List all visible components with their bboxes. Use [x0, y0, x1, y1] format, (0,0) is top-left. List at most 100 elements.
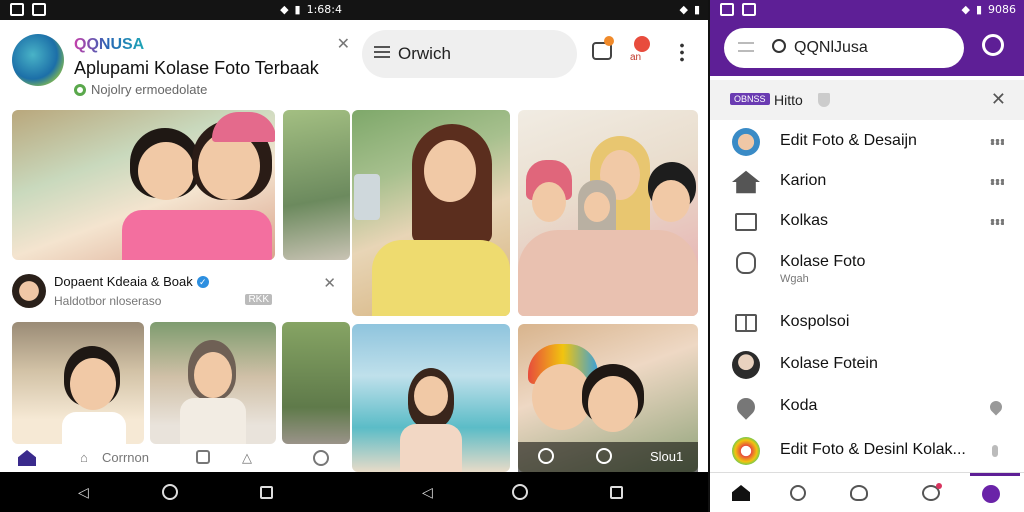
tab-comment[interactable]: Corrnon [102, 450, 149, 465]
book-icon [735, 314, 757, 332]
shirt-shape [122, 210, 272, 260]
close-icon[interactable]: ✕ [323, 274, 336, 292]
menu-item-kolase-foto[interactable]: Kolase Foto Wgah [710, 243, 1024, 299]
menu-item-label: Kolase Fotein [780, 355, 878, 372]
status-time: 1:68:4 [306, 3, 342, 16]
wifi-icon: ◆ [961, 3, 970, 16]
recents-icon[interactable] [260, 486, 273, 499]
menu-item-edit-foto-desinl[interactable]: Edit Foto & Desinl Kolak... [710, 431, 1024, 471]
notification-label: an [630, 52, 642, 63]
home-icon[interactable] [732, 485, 750, 501]
bottom-tab-bar: ⌂ Corrnon △ [0, 444, 350, 472]
author-name-text: Dopaent Kdeaia & Boak [54, 274, 193, 289]
search-bar[interactable]: QQNlJusa [724, 28, 964, 68]
collage-photo-pathway[interactable] [282, 322, 350, 444]
bottom-tab-bar [710, 472, 1024, 512]
more-dots-icon[interactable] [990, 219, 1004, 225]
more-dots-icon[interactable] [990, 139, 1004, 145]
color-icon [732, 437, 760, 465]
image-icon [32, 3, 46, 16]
gallery-icon[interactable] [196, 450, 210, 464]
photo-selfie-woman[interactable] [352, 110, 510, 316]
search-icon [772, 39, 786, 53]
triangle-icon[interactable]: △ [242, 450, 252, 466]
search-input[interactable]: Orwich [398, 44, 451, 64]
clothes-shape [518, 230, 698, 316]
wifi-icon: ◆ [679, 3, 688, 16]
notification-icon [10, 3, 24, 16]
more-dots-icon[interactable] [990, 179, 1004, 185]
menu-item-kolkas[interactable]: Kolkas [710, 202, 1024, 242]
image-icon [742, 3, 756, 16]
close-icon[interactable]: ✕ [991, 89, 1006, 110]
menu-item-label: Karion [780, 172, 827, 189]
menu-item-kolase-fotein[interactable]: Kolase Fotein [710, 345, 1024, 385]
home-icon[interactable] [18, 450, 36, 466]
comment-icon[interactable]: ⌂ [80, 450, 88, 465]
app-title: Aplupami Kolase Foto Terbaak [74, 58, 319, 78]
collage-photo-girl-scarf[interactable] [150, 322, 276, 444]
photo-avatar-icon [732, 128, 760, 156]
face-shape [414, 376, 448, 416]
menu-item-label: Kospolsoi [780, 313, 850, 330]
search-button-icon[interactable] [982, 34, 1004, 56]
user-avatar-icon [732, 351, 760, 379]
phone-shape [354, 174, 380, 220]
recents-icon[interactable] [610, 486, 623, 499]
menu-item-koda[interactable]: Koda [710, 387, 1024, 427]
photo-family-group[interactable] [518, 110, 698, 316]
close-icon[interactable]: ✕ [337, 34, 350, 54]
face-shape [194, 352, 232, 398]
collage-photo-garden[interactable] [283, 110, 350, 260]
edit-icon[interactable] [538, 448, 554, 464]
battery-icon: ▮ [693, 3, 700, 16]
menu-item-label: Kolase Foto [780, 253, 866, 270]
menu-item-kospolsoi[interactable]: Kospolsoi [710, 303, 1024, 343]
menu-icon[interactable] [738, 42, 754, 44]
notification-icon[interactable] [634, 36, 650, 52]
bag-icon [736, 252, 756, 274]
author-avatar [12, 274, 46, 308]
menu-icon[interactable] [374, 46, 390, 48]
app-brand: QQNUSA [74, 36, 145, 53]
menu-item-edit-foto[interactable]: Edit Foto & Desaijn [710, 122, 1024, 162]
verified-icon: ✓ [196, 275, 209, 288]
face-shape [532, 182, 566, 222]
share-icon[interactable] [596, 448, 612, 464]
app-subtitle-text: Nojolry ermoedolate [91, 82, 208, 97]
menu-item-karion[interactable]: Karion [710, 162, 1024, 202]
collage-photo-girls-hug[interactable] [12, 110, 275, 260]
author-row[interactable]: Dopaent Kdeaia & Boak ✓ Haldotbor nloser… [12, 268, 338, 314]
banner-row[interactable]: OBNSS Hitto ✕ [710, 80, 1024, 120]
home-circle-icon[interactable] [162, 484, 178, 500]
heart-icon [733, 394, 759, 420]
notification-icon [720, 3, 734, 16]
banner-tag: OBNSS [730, 93, 770, 105]
home-circle-icon[interactable] [512, 484, 528, 500]
search-input[interactable]: QQNlJusa [794, 39, 868, 57]
chat-badge [936, 483, 942, 489]
favorite-icon[interactable] [987, 398, 1005, 416]
shirt-shape [62, 412, 126, 444]
shield-icon [818, 93, 830, 107]
leaf-icon [74, 83, 86, 96]
author-badge: RKK [245, 294, 272, 305]
back-icon[interactable]: ◁ [422, 484, 438, 500]
more-vert-icon[interactable] [680, 42, 684, 62]
search-bar[interactable]: Orwich [362, 30, 577, 78]
menu-item-label: Kolkas [780, 212, 829, 229]
menu-item-label: Edit Foto & Desinl Kolak... [780, 441, 966, 458]
back-icon[interactable]: ◁ [78, 484, 94, 500]
location-pin-icon[interactable] [982, 485, 1000, 503]
photo-girl-beach[interactable] [352, 324, 510, 472]
status-bar: ◆ ▮ 1:68:4 [0, 0, 350, 20]
shirt-shape [400, 424, 462, 472]
pin-icon[interactable] [992, 445, 998, 457]
profile-icon[interactable] [313, 450, 329, 466]
heart-outline-icon[interactable] [850, 485, 868, 501]
status-bar: ◆ ▮ 9086 [710, 0, 1024, 20]
status-time: 9086 [988, 3, 1016, 16]
left-screen: ◆ ▮ 1:68:4 QQNUSA Aplupami Kolase Foto Ter… [0, 0, 350, 512]
search-icon[interactable] [790, 485, 806, 501]
collage-photo-child-street[interactable] [12, 322, 144, 444]
